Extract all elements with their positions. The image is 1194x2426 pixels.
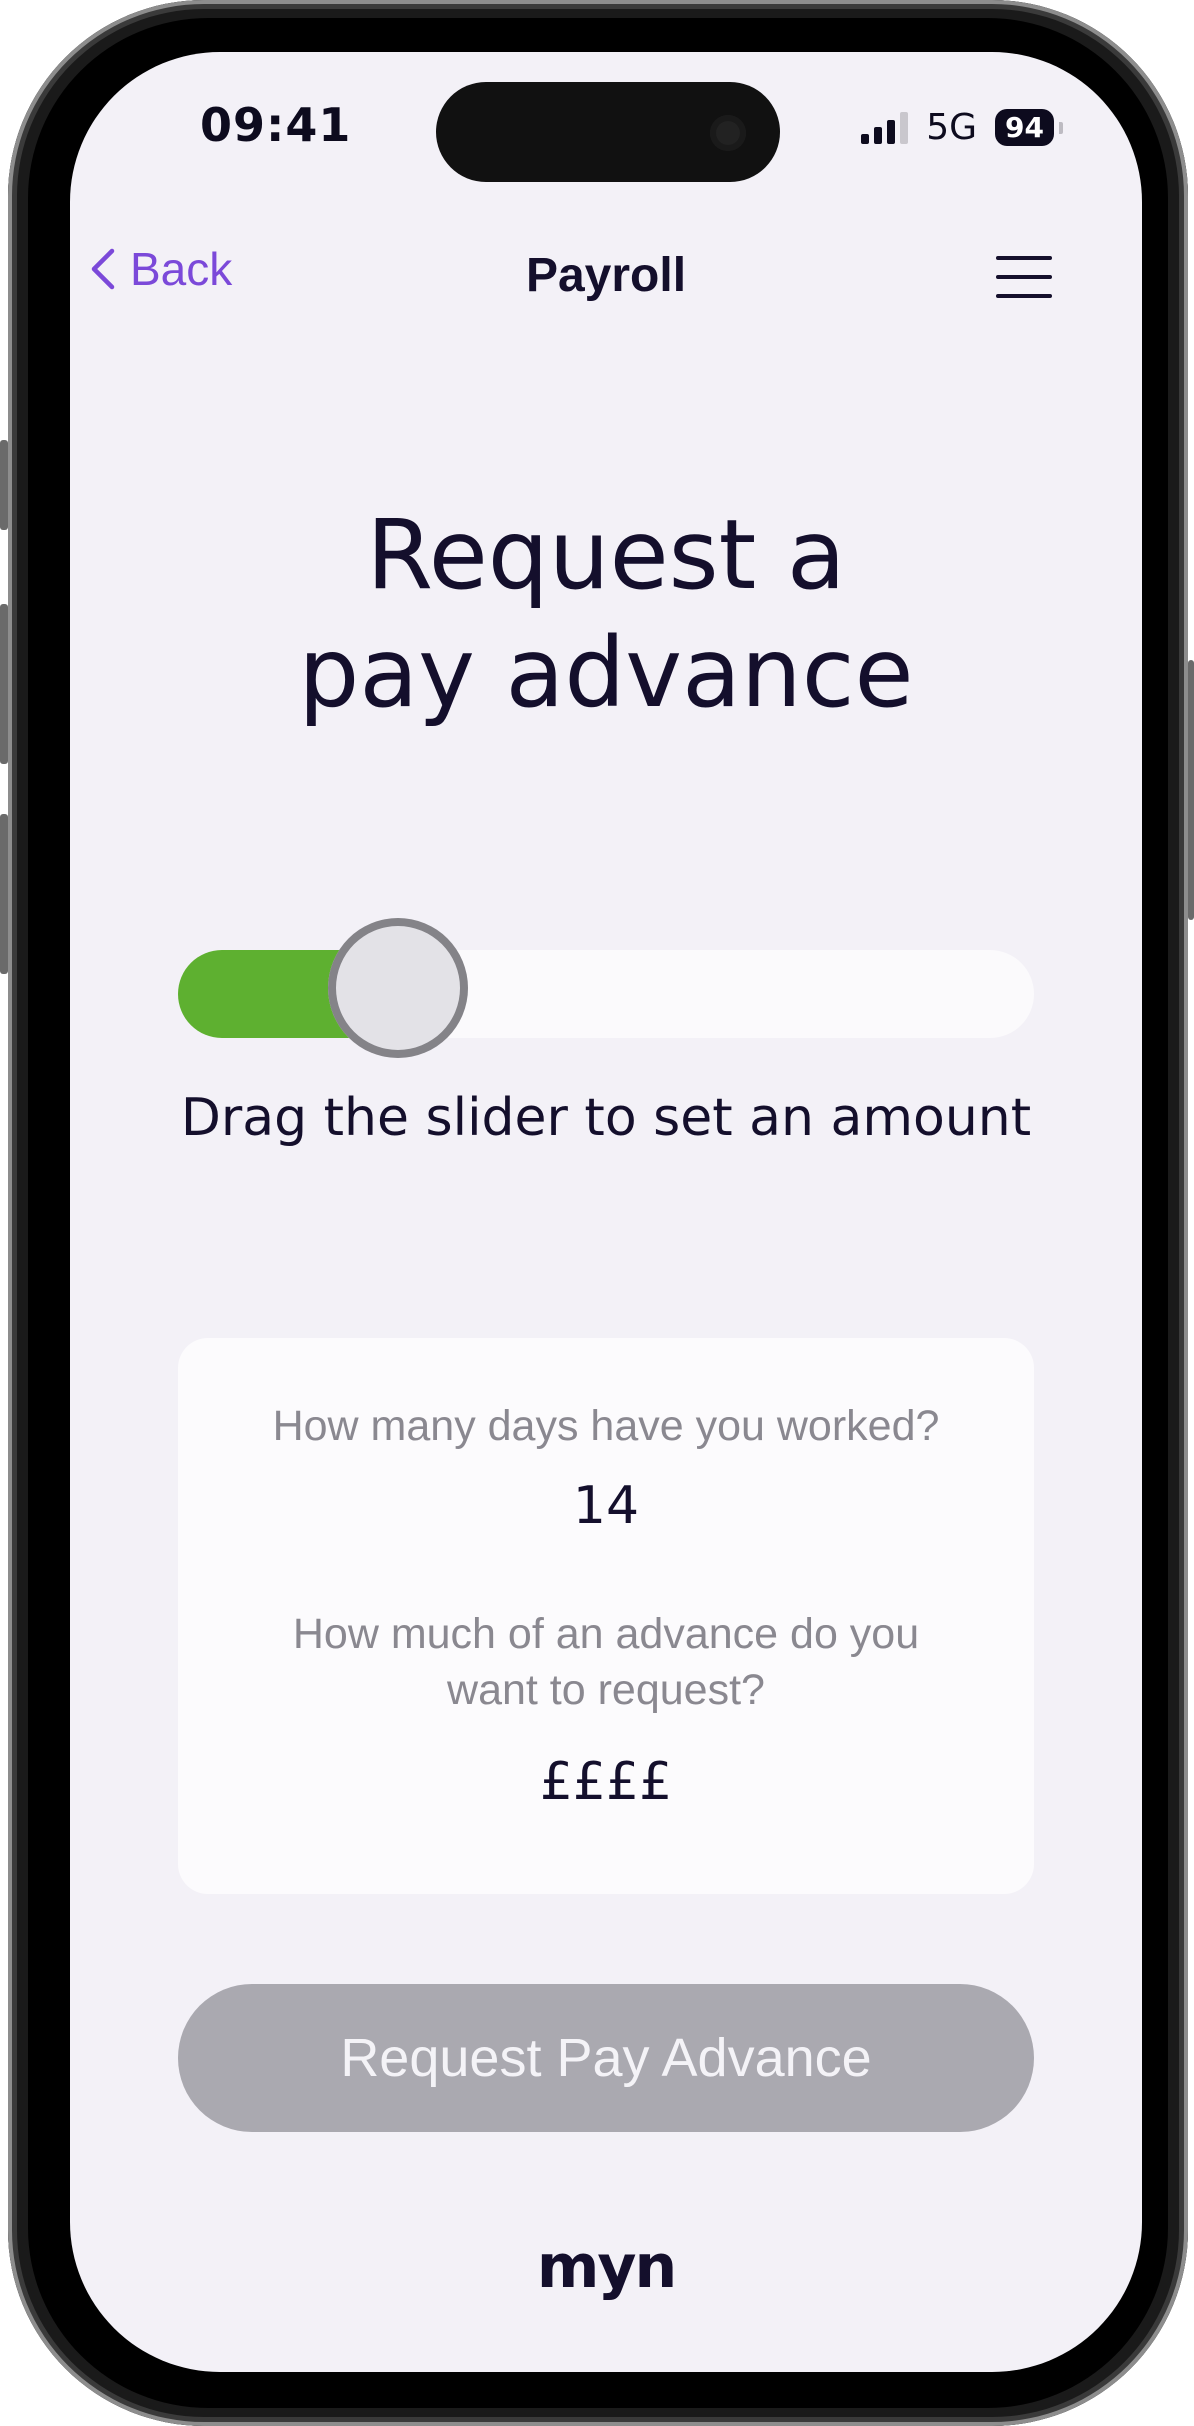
request-pay-advance-button[interactable]: Request Pay Advance xyxy=(178,1984,1034,2132)
status-indicators: 5G 94 xyxy=(861,107,1063,148)
days-worked-question: How many days have you worked? xyxy=(272,1402,940,1450)
volume-down-button xyxy=(0,814,8,974)
days-worked-value: 14 xyxy=(572,1476,640,1536)
advance-summary-card: How many days have you worked? 14 How mu… xyxy=(178,1338,1034,1894)
status-time: 09:41 xyxy=(200,98,352,152)
phone-frame: 09:41 5G 94 Back Payroll Request a pay a… xyxy=(0,0,1194,2426)
amount-slider[interactable] xyxy=(178,918,1034,1058)
app-screen: 09:41 5G 94 Back Payroll Request a pay a… xyxy=(70,52,1142,2372)
advance-amount-question: How much of an advance do you want to re… xyxy=(178,1606,1034,1718)
navigation-bar: Back Payroll xyxy=(70,242,1142,332)
dynamic-island xyxy=(436,82,780,182)
signal-strength-icon xyxy=(861,111,909,144)
camera-icon xyxy=(710,115,746,151)
hamburger-icon[interactable] xyxy=(996,254,1052,300)
volume-up-button xyxy=(0,604,8,764)
network-type: 5G xyxy=(926,107,978,148)
myn-logo: myn xyxy=(536,2232,677,2302)
headline-line-1: Request a xyxy=(366,499,846,611)
advance-amount-value: ££££ xyxy=(539,1752,673,1812)
headline-line-2: pay advance xyxy=(298,617,914,729)
power-button xyxy=(1188,660,1194,920)
advance-question-line-1: How much of an advance do you xyxy=(292,1610,920,1658)
slider-hint: Drag the slider to set an amount xyxy=(180,1088,1032,1148)
action-button xyxy=(0,440,8,530)
headline: Request a pay advance xyxy=(70,496,1142,732)
battery-icon: 94 xyxy=(995,109,1063,146)
slider-thumb[interactable] xyxy=(328,918,469,1058)
advance-question-line-2: want to request? xyxy=(447,1666,765,1714)
page-title: Payroll xyxy=(525,249,687,302)
